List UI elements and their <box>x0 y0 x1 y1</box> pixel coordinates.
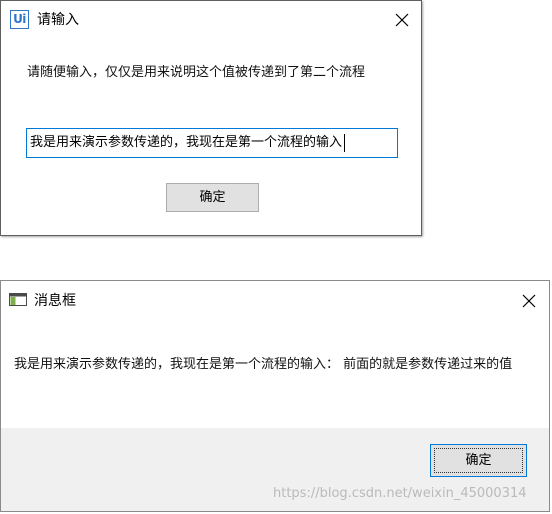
message-box-dialog: 消息框 我是用来演示参数传递的，我现在是第一个流程的输入： 前面的就是参数传递过… <box>0 280 550 512</box>
input-dialog: Ui 请输入 请随便输入，仅仅是用来说明这个值被传递到了第二个流程 我是用来演示… <box>0 0 422 236</box>
message-box-title: 消息框 <box>34 293 76 309</box>
input-dialog-close-button[interactable] <box>391 9 413 31</box>
watermark: https://blog.csdn.net/weixin_45000314 <box>273 486 527 501</box>
message-box-close-button[interactable] <box>518 290 540 312</box>
uipath-logo-icon: Ui <box>10 10 29 29</box>
message-box-ok-button[interactable]: 确定 <box>430 444 527 477</box>
input-dialog-title: 请输入 <box>37 12 79 28</box>
close-icon <box>522 294 536 308</box>
text-caret <box>344 133 346 152</box>
message-box-ok-label: 确定 <box>465 453 492 468</box>
window-icon <box>9 293 27 306</box>
input-text-value: 我是用来演示参数传递的，我现在是第一个流程的输入 <box>30 135 343 150</box>
close-icon <box>395 13 409 27</box>
input-ok-button[interactable]: 确定 <box>166 183 259 212</box>
input-prompt-label: 请随便输入，仅仅是用来说明这个值被传递到了第二个流程 <box>27 65 366 80</box>
input-dialog-titlebar: Ui 请输入 <box>1 1 421 39</box>
input-text-field[interactable]: 我是用来演示参数传递的，我现在是第一个流程的输入 <box>26 128 398 158</box>
message-box-titlebar: 消息框 <box>1 281 549 319</box>
screenshot-canvas: Ui 请输入 请随便输入，仅仅是用来说明这个值被传递到了第二个流程 我是用来演示… <box>0 0 552 514</box>
message-box-text: 我是用来演示参数传递的，我现在是第一个流程的输入： 前面的就是参数传递过来的值 <box>14 357 513 372</box>
